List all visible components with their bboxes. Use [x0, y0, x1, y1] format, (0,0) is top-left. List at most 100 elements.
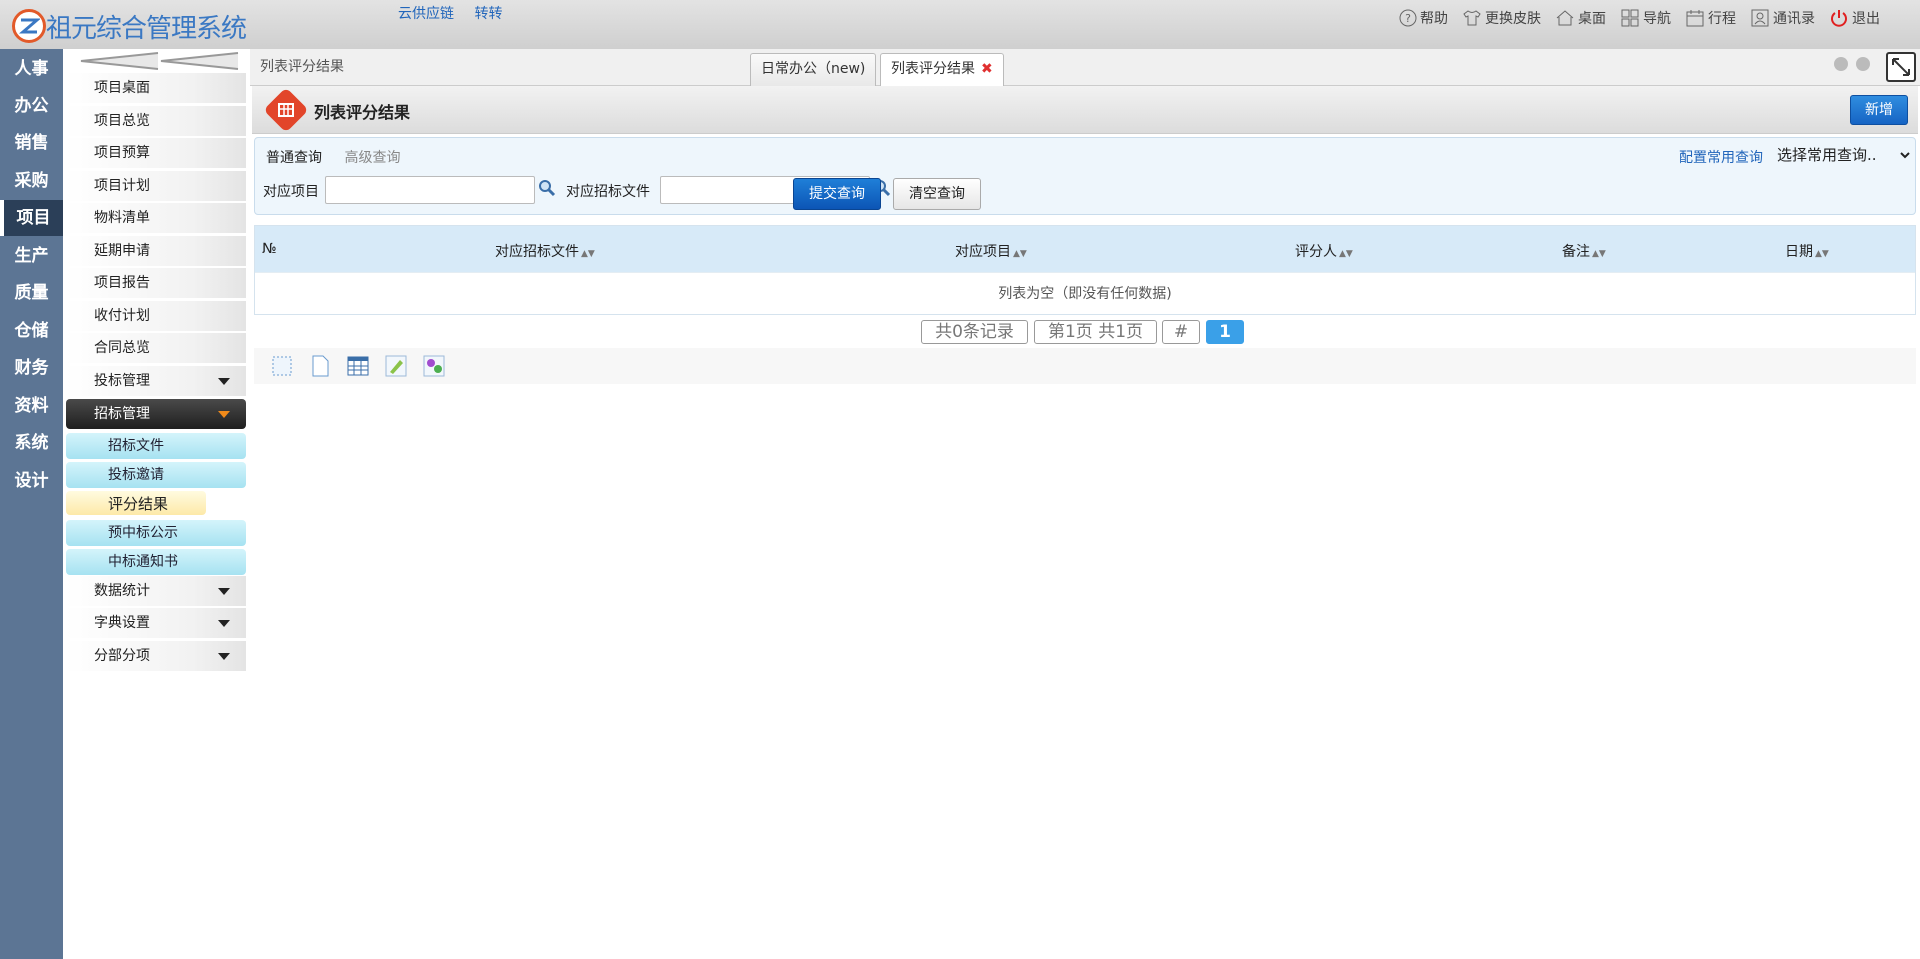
- help-label: 帮助: [1420, 11, 1448, 27]
- nav-data[interactable]: 资料: [0, 388, 63, 424]
- help-menu[interactable]: ? 帮助: [1399, 8, 1448, 28]
- desktop-menu[interactable]: 桌面: [1555, 8, 1606, 28]
- column-project[interactable]: 对应项目 ▲▼: [955, 241, 1027, 261]
- sidebar-sub-score-result[interactable]: 评分结果: [66, 491, 206, 515]
- sidebar-item-contract-overview[interactable]: 合同总览: [66, 333, 246, 363]
- page-title: 列表评分结果: [314, 103, 411, 122]
- sort-icon: ▲▼: [1815, 249, 1829, 259]
- nav-purchase[interactable]: 采购: [0, 163, 63, 199]
- column-remark-label: 备注: [1562, 244, 1590, 260]
- sidebar-group-bid[interactable]: 投标管理: [66, 366, 246, 396]
- submit-query-button[interactable]: 提交查询: [793, 178, 881, 210]
- chevron-down-icon: [218, 588, 230, 595]
- schedule-menu[interactable]: 行程: [1685, 8, 1736, 28]
- tender-doc-field-label: 对应招标文件: [566, 184, 650, 200]
- add-button[interactable]: 新增: [1850, 95, 1908, 125]
- search-tabs: 普通查询 高级查询: [266, 147, 400, 167]
- sort-icon: ▲▼: [1592, 249, 1606, 259]
- pager-current-page[interactable]: 1: [1206, 320, 1244, 344]
- sidebar-item-project-budget[interactable]: 项目预算: [66, 138, 246, 168]
- sidebar-sub-pre-award[interactable]: 预中标公示: [66, 520, 246, 546]
- sidebar-group-parts[interactable]: 分部分项: [66, 641, 246, 671]
- sidebar: 项目桌面 项目总览 项目预算 项目计划 物料清单 延期申请 项目报告 收付计划 …: [63, 49, 250, 959]
- sidebar-sub-award-notice[interactable]: 中标通知书: [66, 549, 246, 575]
- nav-finance[interactable]: 财务: [0, 350, 63, 386]
- tab-normal-query[interactable]: 普通查询: [266, 150, 322, 166]
- sidebar-group-tender[interactable]: 招标管理: [66, 399, 246, 429]
- sidebar-item-project-report[interactable]: 项目报告: [66, 268, 246, 298]
- logo-icon: [12, 9, 46, 43]
- top-bar: 祖元综合管理系统 云供应链 转转 ? 帮助 更换皮肤 桌面 导航 行程 通讯录: [0, 0, 1920, 49]
- column-date[interactable]: 日期 ▲▼: [1785, 241, 1829, 261]
- page-header: 列表评分结果 新增: [252, 86, 1918, 134]
- column-remark[interactable]: 备注 ▲▼: [1562, 241, 1606, 261]
- navigation-label: 导航: [1643, 11, 1671, 27]
- chevron-down-icon: [218, 378, 230, 385]
- nav-warehouse[interactable]: 仓储: [0, 313, 63, 349]
- column-tender-doc[interactable]: 对应招标文件 ▲▼: [495, 241, 595, 261]
- tab-next-icon[interactable]: [1856, 57, 1870, 71]
- contacts-menu[interactable]: 通讯录: [1750, 8, 1815, 28]
- supply-chain-link[interactable]: 云供应链: [398, 6, 454, 22]
- nav-hr[interactable]: 人事: [0, 51, 63, 87]
- document-icon[interactable]: [308, 354, 332, 378]
- chevron-down-icon: [218, 620, 230, 627]
- sidebar-item-delay-request[interactable]: 延期申请: [66, 236, 246, 266]
- app-title: 祖元综合管理系统: [46, 14, 247, 44]
- logout-label: 退出: [1852, 11, 1880, 27]
- config-query-link[interactable]: 配置常用查询: [1679, 147, 1763, 167]
- nav-office[interactable]: 办公: [0, 88, 63, 124]
- nav-production[interactable]: 生产: [0, 238, 63, 274]
- tab-daily-office[interactable]: 日常办公（new): [750, 53, 877, 86]
- sidebar-group-stats[interactable]: 数据统计: [66, 576, 246, 606]
- tab-controls: [1834, 57, 1870, 247]
- nav-project[interactable]: 项目: [0, 200, 63, 236]
- sidebar-group-tender-label: 招标管理: [94, 406, 150, 422]
- project-field[interactable]: [325, 176, 535, 204]
- sidebar-item-payment-plan[interactable]: 收付计划: [66, 301, 246, 331]
- nav-sales[interactable]: 销售: [0, 125, 63, 161]
- table-toolbar: [254, 348, 1916, 384]
- chevron-down-icon: [218, 411, 230, 418]
- navigation-menu[interactable]: 导航: [1620, 8, 1671, 28]
- edit-icon[interactable]: [384, 354, 408, 378]
- contact-icon: [1751, 9, 1769, 27]
- pager-page-info: 第1页 共1页: [1034, 320, 1157, 344]
- collapse-sidebar-icon[interactable]: [73, 49, 243, 75]
- close-icon[interactable]: ✖: [981, 61, 993, 77]
- table-icon[interactable]: [346, 354, 370, 378]
- tab-prev-icon[interactable]: [1834, 57, 1848, 71]
- clear-query-button[interactable]: 清空查询: [893, 178, 981, 210]
- pager-total: 共0条记录: [921, 320, 1028, 344]
- settings-icon[interactable]: [422, 354, 446, 378]
- tab-advanced-query[interactable]: 高级查询: [344, 150, 400, 166]
- sidebar-sub-bid-invite[interactable]: 投标邀请: [66, 462, 246, 488]
- sidebar-item-bom[interactable]: 物料清单: [66, 203, 246, 233]
- select-all-icon[interactable]: [270, 354, 294, 378]
- sidebar-item-project-plan[interactable]: 项目计划: [66, 171, 246, 201]
- nav-quality[interactable]: 质量: [0, 275, 63, 311]
- column-no[interactable]: №: [262, 241, 277, 257]
- column-scorer[interactable]: 评分人 ▲▼: [1295, 241, 1353, 261]
- pager-jump[interactable]: #: [1162, 320, 1200, 344]
- sidebar-item-project-desktop[interactable]: 项目桌面: [66, 73, 246, 103]
- nav-system[interactable]: 系统: [0, 425, 63, 461]
- maximize-button[interactable]: [1886, 52, 1916, 82]
- skin-menu[interactable]: 更换皮肤: [1462, 8, 1541, 28]
- sidebar-item-project-overview[interactable]: 项目总览: [66, 106, 246, 136]
- logout-menu[interactable]: 退出: [1829, 8, 1880, 28]
- skin-label: 更换皮肤: [1485, 11, 1541, 27]
- column-project-label: 对应项目: [955, 244, 1011, 260]
- sidebar-sub-tender-docs[interactable]: 招标文件: [66, 433, 246, 459]
- column-date-label: 日期: [1785, 244, 1813, 260]
- sidebar-group-dict[interactable]: 字典设置: [66, 608, 246, 638]
- tab-score-result[interactable]: 列表评分结果 ✖: [880, 53, 1004, 86]
- sort-icon: ▲▼: [1013, 249, 1027, 259]
- preset-query-select[interactable]: 选择常用查询..: [1773, 143, 1913, 167]
- table-glyph-icon: [278, 103, 294, 117]
- zhuanzhuan-link[interactable]: 转转: [474, 6, 502, 22]
- nav-design[interactable]: 设计: [0, 463, 63, 499]
- column-scorer-label: 评分人: [1295, 244, 1337, 260]
- search-icon[interactable]: [538, 179, 556, 197]
- help-icon: ?: [1399, 9, 1417, 27]
